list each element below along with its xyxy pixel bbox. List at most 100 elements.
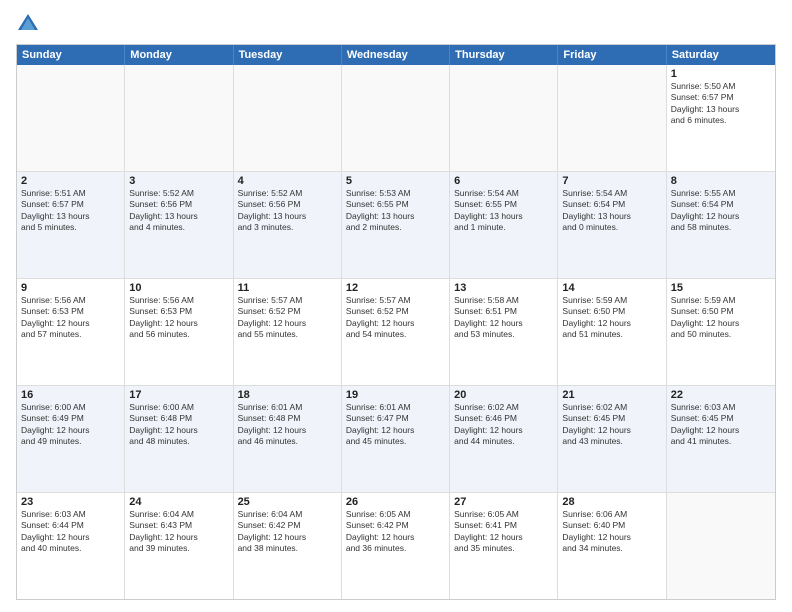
cal-cell-r4-c0: 23Sunrise: 6:03 AM Sunset: 6:44 PM Dayli… — [17, 493, 125, 599]
day-number: 21 — [562, 389, 661, 401]
header-day-wednesday: Wednesday — [342, 45, 450, 65]
cal-cell-r2-c2: 11Sunrise: 5:57 AM Sunset: 6:52 PM Dayli… — [234, 279, 342, 385]
cal-cell-r3-c5: 21Sunrise: 6:02 AM Sunset: 6:45 PM Dayli… — [558, 386, 666, 492]
header-day-sunday: Sunday — [17, 45, 125, 65]
cell-info: Sunrise: 5:52 AM Sunset: 6:56 PM Dayligh… — [238, 188, 337, 234]
cell-info: Sunrise: 5:52 AM Sunset: 6:56 PM Dayligh… — [129, 188, 228, 234]
cell-info: Sunrise: 6:04 AM Sunset: 6:42 PM Dayligh… — [238, 509, 337, 555]
day-number: 1 — [671, 68, 771, 80]
calendar-header: SundayMondayTuesdayWednesdayThursdayFrid… — [17, 45, 775, 65]
page: SundayMondayTuesdayWednesdayThursdayFrid… — [0, 0, 792, 612]
header-day-saturday: Saturday — [667, 45, 775, 65]
cal-cell-r2-c4: 13Sunrise: 5:58 AM Sunset: 6:51 PM Dayli… — [450, 279, 558, 385]
cal-cell-r3-c4: 20Sunrise: 6:02 AM Sunset: 6:46 PM Dayli… — [450, 386, 558, 492]
cal-cell-r4-c1: 24Sunrise: 6:04 AM Sunset: 6:43 PM Dayli… — [125, 493, 233, 599]
day-number: 24 — [129, 496, 228, 508]
cal-cell-r1-c4: 6Sunrise: 5:54 AM Sunset: 6:55 PM Daylig… — [450, 172, 558, 278]
cal-cell-r2-c6: 15Sunrise: 5:59 AM Sunset: 6:50 PM Dayli… — [667, 279, 775, 385]
day-number: 10 — [129, 282, 228, 294]
calendar-row-0: 1Sunrise: 5:50 AM Sunset: 6:57 PM Daylig… — [17, 65, 775, 172]
calendar: SundayMondayTuesdayWednesdayThursdayFrid… — [16, 44, 776, 600]
calendar-row-2: 9Sunrise: 5:56 AM Sunset: 6:53 PM Daylig… — [17, 279, 775, 386]
day-number: 14 — [562, 282, 661, 294]
cal-cell-r4-c6 — [667, 493, 775, 599]
day-number: 11 — [238, 282, 337, 294]
cal-cell-r2-c3: 12Sunrise: 5:57 AM Sunset: 6:52 PM Dayli… — [342, 279, 450, 385]
cal-cell-r4-c4: 27Sunrise: 6:05 AM Sunset: 6:41 PM Dayli… — [450, 493, 558, 599]
header-day-tuesday: Tuesday — [234, 45, 342, 65]
day-number: 19 — [346, 389, 445, 401]
cell-info: Sunrise: 5:56 AM Sunset: 6:53 PM Dayligh… — [129, 295, 228, 341]
cell-info: Sunrise: 6:01 AM Sunset: 6:48 PM Dayligh… — [238, 402, 337, 448]
cal-cell-r0-c4 — [450, 65, 558, 171]
cal-cell-r0-c2 — [234, 65, 342, 171]
logo — [16, 12, 44, 36]
cal-cell-r3-c3: 19Sunrise: 6:01 AM Sunset: 6:47 PM Dayli… — [342, 386, 450, 492]
cell-info: Sunrise: 5:51 AM Sunset: 6:57 PM Dayligh… — [21, 188, 120, 234]
cell-info: Sunrise: 6:05 AM Sunset: 6:42 PM Dayligh… — [346, 509, 445, 555]
day-number: 6 — [454, 175, 553, 187]
cell-info: Sunrise: 6:04 AM Sunset: 6:43 PM Dayligh… — [129, 509, 228, 555]
header-day-friday: Friday — [558, 45, 666, 65]
day-number: 5 — [346, 175, 445, 187]
cal-cell-r4-c3: 26Sunrise: 6:05 AM Sunset: 6:42 PM Dayli… — [342, 493, 450, 599]
day-number: 26 — [346, 496, 445, 508]
cell-info: Sunrise: 5:54 AM Sunset: 6:54 PM Dayligh… — [562, 188, 661, 234]
cal-cell-r1-c3: 5Sunrise: 5:53 AM Sunset: 6:55 PM Daylig… — [342, 172, 450, 278]
day-number: 17 — [129, 389, 228, 401]
cell-info: Sunrise: 5:53 AM Sunset: 6:55 PM Dayligh… — [346, 188, 445, 234]
cell-info: Sunrise: 6:03 AM Sunset: 6:44 PM Dayligh… — [21, 509, 120, 555]
calendar-row-1: 2Sunrise: 5:51 AM Sunset: 6:57 PM Daylig… — [17, 172, 775, 279]
day-number: 2 — [21, 175, 120, 187]
header-day-thursday: Thursday — [450, 45, 558, 65]
header — [16, 12, 776, 36]
cell-info: Sunrise: 5:57 AM Sunset: 6:52 PM Dayligh… — [346, 295, 445, 341]
day-number: 13 — [454, 282, 553, 294]
cal-cell-r3-c6: 22Sunrise: 6:03 AM Sunset: 6:45 PM Dayli… — [667, 386, 775, 492]
day-number: 20 — [454, 389, 553, 401]
cal-cell-r0-c6: 1Sunrise: 5:50 AM Sunset: 6:57 PM Daylig… — [667, 65, 775, 171]
cell-info: Sunrise: 5:58 AM Sunset: 6:51 PM Dayligh… — [454, 295, 553, 341]
cal-cell-r1-c1: 3Sunrise: 5:52 AM Sunset: 6:56 PM Daylig… — [125, 172, 233, 278]
header-day-monday: Monday — [125, 45, 233, 65]
day-number: 23 — [21, 496, 120, 508]
cal-cell-r1-c6: 8Sunrise: 5:55 AM Sunset: 6:54 PM Daylig… — [667, 172, 775, 278]
day-number: 16 — [21, 389, 120, 401]
cal-cell-r4-c2: 25Sunrise: 6:04 AM Sunset: 6:42 PM Dayli… — [234, 493, 342, 599]
cal-cell-r0-c3 — [342, 65, 450, 171]
cell-info: Sunrise: 6:00 AM Sunset: 6:49 PM Dayligh… — [21, 402, 120, 448]
calendar-row-4: 23Sunrise: 6:03 AM Sunset: 6:44 PM Dayli… — [17, 493, 775, 599]
calendar-body: 1Sunrise: 5:50 AM Sunset: 6:57 PM Daylig… — [17, 65, 775, 599]
cal-cell-r0-c0 — [17, 65, 125, 171]
cell-info: Sunrise: 6:06 AM Sunset: 6:40 PM Dayligh… — [562, 509, 661, 555]
cal-cell-r1-c5: 7Sunrise: 5:54 AM Sunset: 6:54 PM Daylig… — [558, 172, 666, 278]
day-number: 4 — [238, 175, 337, 187]
day-number: 15 — [671, 282, 771, 294]
day-number: 3 — [129, 175, 228, 187]
cal-cell-r3-c0: 16Sunrise: 6:00 AM Sunset: 6:49 PM Dayli… — [17, 386, 125, 492]
cell-info: Sunrise: 5:57 AM Sunset: 6:52 PM Dayligh… — [238, 295, 337, 341]
cell-info: Sunrise: 6:05 AM Sunset: 6:41 PM Dayligh… — [454, 509, 553, 555]
day-number: 8 — [671, 175, 771, 187]
day-number: 18 — [238, 389, 337, 401]
cal-cell-r1-c0: 2Sunrise: 5:51 AM Sunset: 6:57 PM Daylig… — [17, 172, 125, 278]
cell-info: Sunrise: 6:03 AM Sunset: 6:45 PM Dayligh… — [671, 402, 771, 448]
day-number: 28 — [562, 496, 661, 508]
day-number: 25 — [238, 496, 337, 508]
cal-cell-r0-c1 — [125, 65, 233, 171]
cell-info: Sunrise: 6:02 AM Sunset: 6:45 PM Dayligh… — [562, 402, 661, 448]
cell-info: Sunrise: 6:02 AM Sunset: 6:46 PM Dayligh… — [454, 402, 553, 448]
cal-cell-r0-c5 — [558, 65, 666, 171]
day-number: 9 — [21, 282, 120, 294]
cell-info: Sunrise: 5:56 AM Sunset: 6:53 PM Dayligh… — [21, 295, 120, 341]
cell-info: Sunrise: 5:50 AM Sunset: 6:57 PM Dayligh… — [671, 81, 771, 127]
day-number: 27 — [454, 496, 553, 508]
cell-info: Sunrise: 5:55 AM Sunset: 6:54 PM Dayligh… — [671, 188, 771, 234]
cell-info: Sunrise: 6:01 AM Sunset: 6:47 PM Dayligh… — [346, 402, 445, 448]
cell-info: Sunrise: 5:59 AM Sunset: 6:50 PM Dayligh… — [562, 295, 661, 341]
cell-info: Sunrise: 5:54 AM Sunset: 6:55 PM Dayligh… — [454, 188, 553, 234]
cal-cell-r2-c0: 9Sunrise: 5:56 AM Sunset: 6:53 PM Daylig… — [17, 279, 125, 385]
cal-cell-r4-c5: 28Sunrise: 6:06 AM Sunset: 6:40 PM Dayli… — [558, 493, 666, 599]
day-number: 7 — [562, 175, 661, 187]
cal-cell-r1-c2: 4Sunrise: 5:52 AM Sunset: 6:56 PM Daylig… — [234, 172, 342, 278]
